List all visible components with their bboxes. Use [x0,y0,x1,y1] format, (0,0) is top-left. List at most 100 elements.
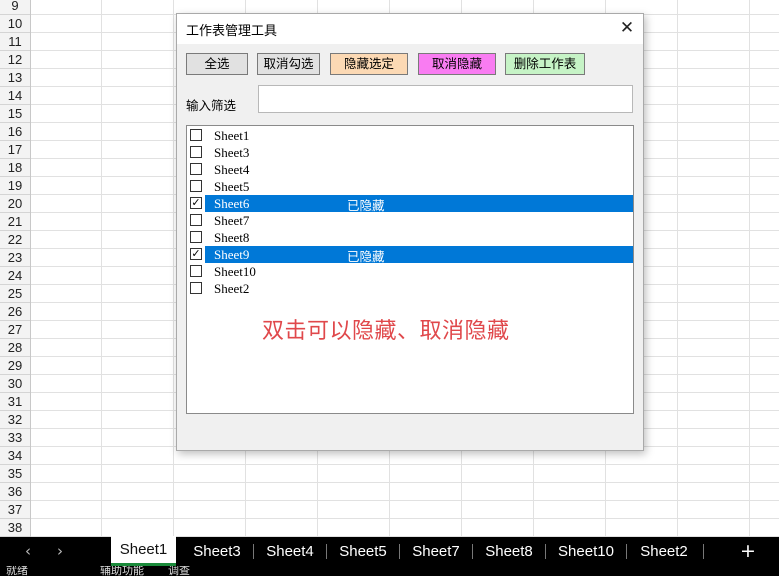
row-header[interactable]: 11 [0,33,30,51]
next-sheet-icon[interactable]: › [50,537,70,566]
row-header[interactable]: 16 [0,123,30,141]
sheet-tab[interactable]: Sheet5 [327,537,399,566]
sheet-list-item[interactable]: Sheet10 [187,263,633,280]
sheet-list-item[interactable]: ✓ Sheet6 已隐藏 [187,195,633,213]
sheet-checkbox[interactable] [190,180,202,192]
row-header[interactable]: 13 [0,69,30,87]
row-header[interactable]: 32 [0,411,30,429]
row-header[interactable]: 15 [0,105,30,123]
selection-highlight [205,212,633,229]
close-button[interactable]: ✕ [611,14,643,44]
sheet-name: Sheet2 [214,281,250,296]
row-header[interactable]: 14 [0,87,30,105]
sheet-checkbox[interactable] [190,282,202,294]
row-header[interactable]: 26 [0,303,30,321]
status-item: 调查 [168,566,190,576]
sheet-tab[interactable]: Sheet4 [254,537,326,566]
row-header[interactable]: 36 [0,483,30,501]
select-all-button[interactable]: 全选 [186,53,248,75]
sheet-checkbox[interactable] [190,231,202,243]
sheet-name: Sheet8 [214,230,250,245]
status-item: 就绪 [6,566,28,576]
hide-selected-button[interactable]: 隐藏选定 [330,53,408,75]
sheet-tab[interactable]: Sheet7 [400,537,472,566]
row-header[interactable]: 27 [0,321,30,339]
row-header[interactable]: 21 [0,213,30,231]
sheet-checkbox[interactable] [190,129,202,141]
sheet-tab[interactable]: Sheet1 [111,536,176,566]
row-header[interactable]: 12 [0,51,30,69]
sheet-list[interactable]: Sheet2 Sheet10 ✓ Sheet9 已隐藏 Sheet8 Sheet7 ✓ Shee… [186,125,634,414]
sheet-name: Sheet3 [214,145,250,160]
sheet-checkbox[interactable]: ✓ [190,248,202,260]
row-header[interactable]: 30 [0,375,30,393]
filter-label: 输入筛选 [186,98,237,113]
filter-input[interactable] [258,85,633,113]
sheet-list-item[interactable]: Sheet8 [187,229,633,246]
dialog-titlebar[interactable]: 工作表管理工具 ✕ [177,14,643,44]
sheet-name: Sheet6 [214,196,250,211]
status-bar: 就绪 辅助功能 调查 [0,566,779,576]
sheet-list-item[interactable]: Sheet3 [187,144,633,161]
sheet-tab[interactable]: Sheet8 [473,537,545,566]
row-header[interactable]: 17 [0,141,30,159]
selection-highlight [205,178,633,195]
annotation-text: 双击可以隐藏、取消隐藏 [262,319,510,344]
unhide-button[interactable]: 取消隐藏 [418,53,496,75]
sheet-status: 已隐藏 [347,198,385,213]
sheet-status: 已隐藏 [347,249,385,264]
row-header[interactable]: 31 [0,393,30,411]
delete-sheet-button[interactable]: 删除工作表 [505,53,585,75]
selection-highlight [205,280,633,297]
sheet-tab[interactable]: Sheet3 [181,537,253,566]
status-item: 辅助功能 [100,566,144,576]
row-header[interactable]: 28 [0,339,30,357]
prev-sheet-icon[interactable]: ‹ [18,537,38,566]
row-header[interactable]: 19 [0,177,30,195]
grid-column-line [101,0,102,537]
sheet-name: Sheet1 [214,128,250,143]
sheet-checkbox[interactable]: ✓ [190,197,202,209]
sheet-name: Sheet9 [214,247,250,262]
sheet-tab[interactable]: Sheet10 [546,537,626,566]
selection-highlight [205,195,633,212]
row-header[interactable]: 10 [0,15,30,33]
sheet-list-item[interactable]: Sheet5 [187,178,633,195]
sheet-list-item[interactable]: Sheet4 [187,161,633,178]
sheet-tab[interactable]: Sheet2 [625,537,703,566]
sheet-checkbox[interactable] [190,265,202,277]
grid-row-line [31,482,779,483]
selection-highlight [205,229,633,246]
row-header[interactable]: 29 [0,357,30,375]
add-sheet-button[interactable]: + [736,537,760,566]
row-header[interactable]: 38 [0,519,30,537]
sheet-list-item[interactable]: ✓ Sheet9 已隐藏 [187,246,633,264]
sheet-checkbox[interactable] [190,163,202,175]
row-header[interactable]: 34 [0,447,30,465]
row-header[interactable]: 9 [0,0,30,15]
row-header[interactable]: 22 [0,231,30,249]
row-header[interactable]: 20 [0,195,30,213]
selection-highlight [205,263,633,280]
sheet-name: Sheet4 [214,162,250,177]
sheet-name: Sheet5 [214,179,250,194]
grid-column-line [677,0,678,537]
row-header[interactable]: 23 [0,249,30,267]
row-headers: 9 10 11 12 13 14 15 16 17 18 19 20 21 22 23 24 25 26 27 28 2… [0,0,31,537]
sheet-checkbox[interactable] [190,146,202,158]
sheet-list-item[interactable]: Sheet7 [187,212,633,229]
row-header[interactable]: 37 [0,501,30,519]
unselect-button[interactable]: 取消勾选 [257,53,320,75]
row-header[interactable]: 18 [0,159,30,177]
sheet-checkbox[interactable] [190,214,202,226]
selection-highlight [205,127,633,144]
sheet-list-item[interactable]: Sheet1 [187,127,633,144]
row-header[interactable]: 25 [0,285,30,303]
grid-column-line [749,0,750,537]
row-header[interactable]: 35 [0,465,30,483]
row-header[interactable]: 24 [0,267,30,285]
row-header[interactable]: 33 [0,429,30,447]
sheet-list-item[interactable]: Sheet2 [187,280,633,297]
selection-highlight [205,246,633,263]
grid-column-line [173,0,174,537]
